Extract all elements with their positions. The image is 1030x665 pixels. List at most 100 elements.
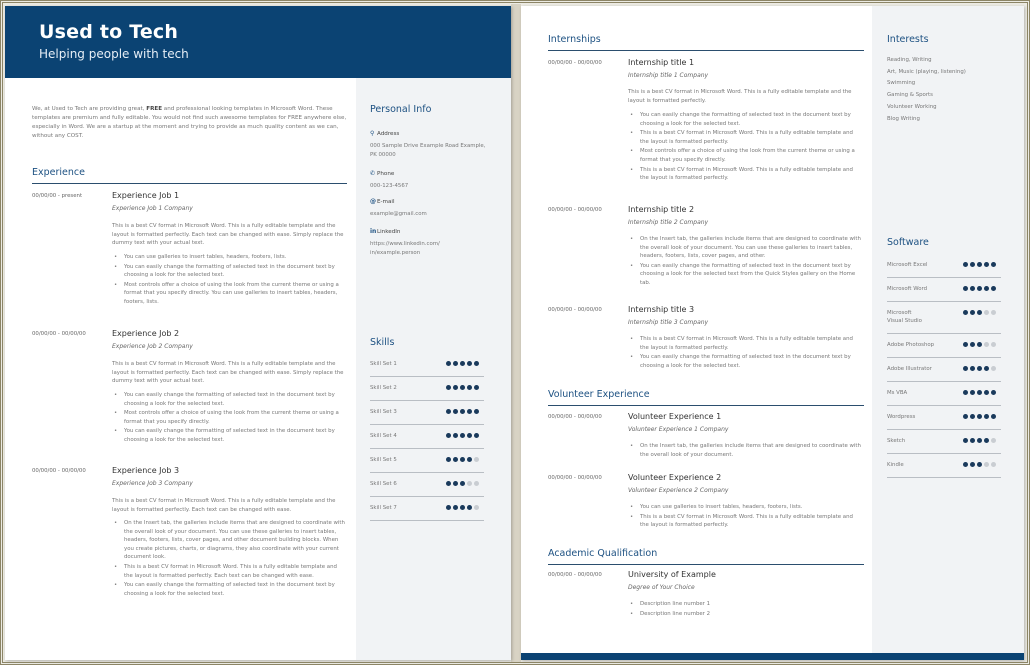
email-label: @E-mail — [370, 198, 395, 205]
rating-label: Skill Set 4 — [370, 433, 397, 439]
email-value[interactable]: example@gmail.com — [370, 210, 490, 219]
entry-title: Internship title 2 — [628, 205, 695, 214]
rating-dot-filled — [970, 366, 975, 371]
rating-dot-filled — [963, 414, 968, 419]
software-row: Microsoft Excel — [887, 254, 1001, 278]
rating-dot-filled — [453, 361, 458, 366]
rating-dot-filled — [977, 342, 982, 347]
bullet-item: On the Insert tab, the galleries include… — [112, 519, 347, 562]
rating-dot-empty — [991, 310, 996, 315]
section-title-internships: Internships — [548, 34, 601, 45]
intro-text-start: We, at Used to Tech are providing great, — [32, 106, 147, 112]
rating-dots — [963, 462, 996, 467]
entry-bullets: On the Insert tab, the galleries include… — [628, 235, 863, 289]
rating-dot-filled — [467, 433, 472, 438]
bullet-item: You can easily change the formatting of … — [628, 262, 863, 288]
rating-dot-filled — [977, 414, 982, 419]
rating-dot-filled — [977, 438, 982, 443]
rating-dot-filled — [963, 438, 968, 443]
rating-dots — [446, 457, 479, 462]
rating-dot-filled — [460, 385, 465, 390]
rating-dots — [963, 390, 996, 395]
bullet-item: You can use galleries to insert tables, … — [628, 503, 863, 512]
section-title-interests: Interests — [887, 34, 929, 45]
rating-dot-filled — [460, 409, 465, 414]
rating-dots — [963, 286, 996, 291]
rating-dot-filled — [970, 310, 975, 315]
rating-dot-filled — [970, 286, 975, 291]
entry-title: Experience Job 3 — [112, 466, 180, 475]
section-title-volunteer: Volunteer Experience — [548, 389, 650, 400]
bullet-item: You can easily change the formatting of … — [628, 111, 863, 128]
rating-dot-filled — [453, 457, 458, 462]
rating-dot-filled — [977, 366, 982, 371]
rating-label: Wordpress — [887, 414, 916, 420]
page-gap — [511, 4, 521, 662]
entry-description: This is a best CV format in Microsoft Wo… — [628, 89, 852, 104]
address-label: ⚲ Address — [370, 130, 400, 137]
rating-dot-empty — [991, 342, 996, 347]
rating-dot-filled — [460, 457, 465, 462]
entry-title: Internship title 3 — [628, 305, 695, 314]
resume-page-2: Internships 00/00/00 - 00/00/00 Internsh… — [521, 6, 1024, 660]
rating-dot-filled — [970, 414, 975, 419]
rating-dot-filled — [453, 505, 458, 510]
entry-company: Internship title 2 Company — [628, 219, 709, 226]
rating-dot-filled — [991, 390, 996, 395]
rating-dot-filled — [977, 310, 982, 315]
software-row: Kindle — [887, 454, 1001, 478]
skill-row: Skill Set 3 — [370, 401, 484, 425]
entry-company: Internship title 3 Company — [628, 319, 709, 326]
resume-title: Used to Tech — [39, 21, 179, 43]
rating-label: Skill Set 2 — [370, 385, 397, 391]
skill-row: Skill Set 7 — [370, 497, 484, 521]
software-row: Microsoft Visual Studio — [887, 302, 1001, 334]
entry-date: 00/00/00 - 00/00/00 — [548, 60, 602, 66]
rating-dot-filled — [970, 438, 975, 443]
bullet-item: This is a best CV format in Microsoft Wo… — [628, 335, 863, 352]
rating-dot-empty — [984, 342, 989, 347]
skill-row: Skill Set 5 — [370, 449, 484, 473]
rating-dot-empty — [474, 457, 479, 462]
rating-dot-filled — [446, 505, 451, 510]
rating-label: Skill Set 3 — [370, 409, 397, 415]
software-row: Wordpress — [887, 406, 1001, 430]
phone-icon: ✆ — [370, 170, 376, 177]
entry-date: 00/00/00 - 00/00/00 — [548, 572, 602, 578]
rating-dot-filled — [453, 481, 458, 486]
footer-bar — [521, 653, 1024, 660]
rating-dot-filled — [467, 457, 472, 462]
rating-dot-filled — [453, 433, 458, 438]
bullet-item: On the Insert tab, the galleries include… — [628, 235, 863, 261]
rating-dot-filled — [984, 390, 989, 395]
entry-date: 00/00/00 - 00/00/00 — [548, 475, 602, 481]
rating-dots — [963, 414, 996, 419]
bullet-item: This is a best CV format in Microsoft Wo… — [112, 563, 347, 580]
rating-dots — [963, 310, 996, 315]
rating-dot-filled — [963, 366, 968, 371]
address-value: 000 Sample Drive Example Road Example, P… — [370, 143, 486, 158]
bullet-item: You can easily change the formatting of … — [112, 391, 347, 408]
rating-dot-filled — [474, 433, 479, 438]
entry-date: 00/00/00 - 00/00/00 — [548, 307, 602, 313]
linkedin-value[interactable]: https://www.linkedin.com/ in/example.per… — [370, 240, 490, 258]
entry-company: Degree of Your Choice — [628, 584, 695, 591]
entry-company: Internship title 1 Company — [628, 72, 709, 79]
bullet-item: Most controls offer a choice of using th… — [112, 409, 347, 426]
rating-dot-filled — [467, 361, 472, 366]
rating-dots — [963, 366, 996, 371]
rating-dot-filled — [963, 342, 968, 347]
rating-dot-filled — [446, 385, 451, 390]
rating-dots — [446, 481, 479, 486]
entry-date: 00/00/00 - present — [32, 193, 83, 199]
rating-dot-filled — [460, 361, 465, 366]
rating-dot-filled — [991, 286, 996, 291]
linkedin-label: inLinkedIn — [370, 228, 401, 235]
skill-row: Skill Set 4 — [370, 425, 484, 449]
bullet-item: This is a best CV format in Microsoft Wo… — [628, 513, 863, 530]
section-rule — [548, 405, 864, 406]
rating-dots — [963, 262, 996, 267]
entry-bullets: You can use galleries to insert tables, … — [628, 503, 863, 531]
interest-item: Art, Music (playing, listening) — [887, 68, 966, 75]
rating-label: Skill Set 1 — [370, 361, 397, 367]
